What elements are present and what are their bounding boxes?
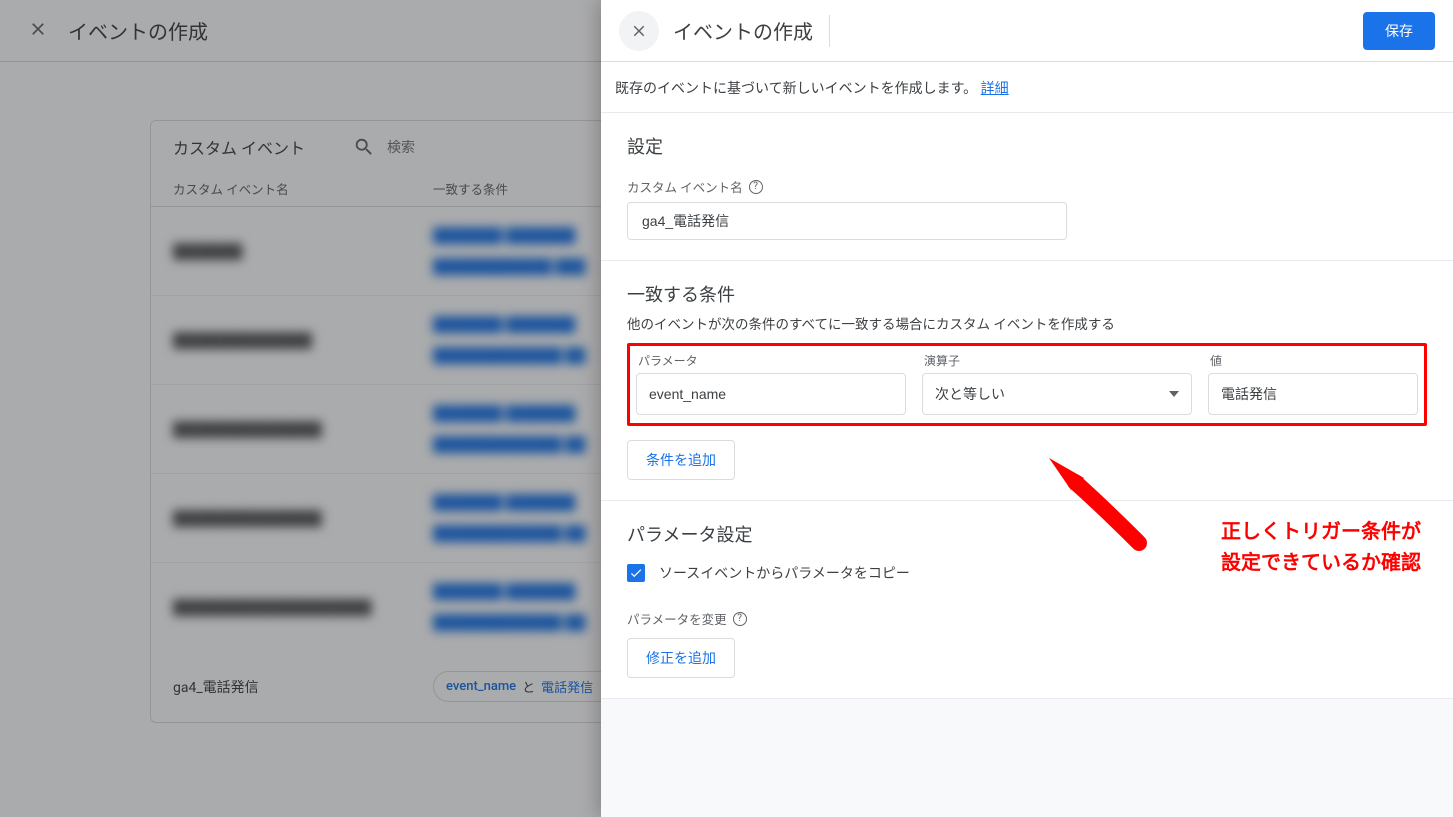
check-icon [629, 566, 643, 580]
change-params-label: パラメータを変更 [627, 609, 727, 628]
add-condition-button[interactable]: 条件を追加 [627, 440, 735, 480]
conditions-heading: 一致する条件 [627, 281, 1427, 307]
settings-card: 設定 カスタム イベント名 ? 一致する条件 他のイベントが次の条件のすべてに一… [601, 112, 1453, 699]
operator-label: 演算子 [924, 352, 1194, 369]
close-button[interactable] [619, 11, 659, 51]
panel-header: イベントの作成 保存 [601, 0, 1453, 62]
custom-event-name-label: カスタム イベント名 [627, 177, 743, 196]
section-settings: 設定 カスタム イベント名 ? [601, 113, 1453, 260]
settings-heading: 設定 [627, 133, 1427, 159]
condition-highlight-box: パラメータ 演算子 値 次と等しい [627, 343, 1427, 426]
save-button[interactable]: 保存 [1363, 12, 1435, 50]
copy-params-checkbox[interactable] [627, 564, 645, 582]
add-fix-button[interactable]: 修正を追加 [627, 638, 735, 678]
condition-operator-select[interactable]: 次と等しい [922, 373, 1192, 415]
value-label: 値 [1210, 352, 1416, 369]
copy-params-label: ソースイベントからパラメータをコピー [659, 563, 910, 583]
param-label: パラメータ [638, 352, 908, 369]
param-settings-heading: パラメータ設定 [627, 521, 1427, 547]
create-event-panel: イベントの作成 保存 既存のイベントに基づいて新しいイベントを作成します。 詳細… [601, 0, 1453, 817]
help-icon[interactable]: ? [749, 180, 763, 194]
operator-value: 次と等しい [935, 384, 1005, 404]
panel-intro: 既存のイベントに基づいて新しいイベントを作成します。 詳細 [601, 62, 1453, 112]
intro-text: 既存のイベントに基づいて新しいイベントを作成します。 [615, 81, 977, 97]
chevron-down-icon [1169, 391, 1179, 397]
conditions-sub: 他のイベントが次の条件のすべてに一致する場合にカスタム イベントを作成する [627, 313, 1427, 333]
condition-param-input[interactable] [636, 373, 906, 415]
close-icon [630, 22, 648, 40]
section-conditions: 一致する条件 他のイベントが次の条件のすべてに一致する場合にカスタム イベントを… [601, 260, 1453, 500]
section-param-settings: パラメータ設定 ソースイベントからパラメータをコピー パラメータを変更 ? 修正… [601, 500, 1453, 698]
custom-event-name-input[interactable] [627, 202, 1067, 240]
panel-body: 設定 カスタム イベント名 ? 一致する条件 他のイベントが次の条件のすべてに一… [601, 112, 1453, 817]
help-icon[interactable]: ? [733, 612, 747, 626]
condition-value-input[interactable] [1208, 373, 1418, 415]
panel-title: イベントの作成 [673, 15, 830, 47]
details-link[interactable]: 詳細 [981, 81, 1009, 97]
